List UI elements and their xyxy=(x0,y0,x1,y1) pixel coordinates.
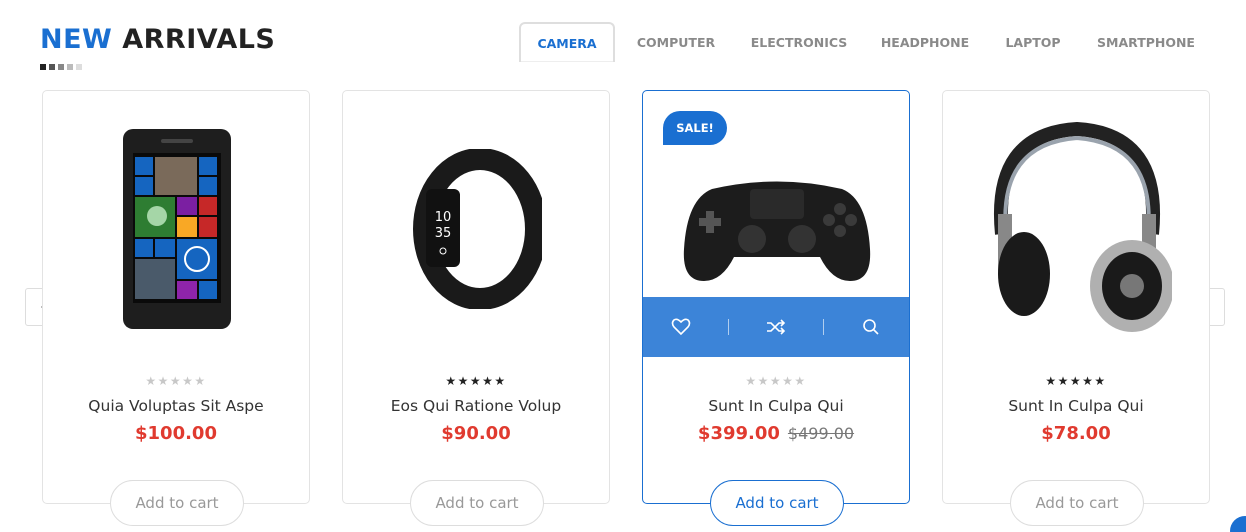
divider xyxy=(822,319,824,335)
wishlist-button[interactable] xyxy=(651,307,711,347)
product-name[interactable]: Sunt In Culpa Qui xyxy=(943,397,1209,415)
product-card[interactable]: ★★★★★ Sunt In Culpa Qui $78.00 Add to ca… xyxy=(942,90,1210,526)
product-name[interactable]: Quia Voluptas Sit Aspe xyxy=(43,397,309,415)
price-row: $90.00 xyxy=(343,423,609,444)
tab-headphone[interactable]: HEADPHONE xyxy=(861,22,989,62)
headphones-image xyxy=(994,121,1172,332)
add-to-cart-button[interactable]: Add to cart xyxy=(410,480,544,526)
rating-stars: ★★★★★ xyxy=(445,374,507,388)
divider xyxy=(728,319,730,335)
product-image-fitness-band[interactable]: 10 35 xyxy=(379,111,575,347)
title-accent: NEW xyxy=(40,24,113,55)
search-icon xyxy=(862,319,879,335)
product-name[interactable]: Sunt In Culpa Qui xyxy=(643,397,909,415)
tab-camera[interactable]: CAMERA xyxy=(519,22,615,62)
svg-text:10: 10 xyxy=(435,210,452,225)
product-image-smartphone[interactable] xyxy=(79,111,275,347)
floating-action-button[interactable] xyxy=(1230,516,1246,532)
heart-icon xyxy=(672,318,691,336)
product-image-headphones[interactable] xyxy=(979,111,1175,347)
smartphone-image xyxy=(123,129,231,329)
product-name[interactable]: Eos Qui Ratione Volup xyxy=(343,397,609,415)
product-price: $399.00 xyxy=(697,423,780,444)
sale-badge: SALE! xyxy=(663,111,727,145)
title-rest: ARRIVALS xyxy=(122,24,276,55)
section-title: NEW ARRIVALS xyxy=(40,24,275,55)
rating-stars: ★★★★★ xyxy=(1045,374,1107,388)
product-price: $100.00 xyxy=(135,423,217,444)
price-row: $100.00 xyxy=(43,423,309,444)
add-to-cart-button[interactable]: Add to cart xyxy=(110,480,244,526)
svg-text:35: 35 xyxy=(435,226,452,241)
rating-stars: ★★★★★ xyxy=(745,374,807,388)
compare-button[interactable] xyxy=(746,307,806,347)
tab-laptop[interactable]: LAPTOP xyxy=(989,22,1077,62)
product-price: $90.00 xyxy=(441,423,511,444)
tab-smartphone[interactable]: SMARTPHONE xyxy=(1077,22,1215,62)
product-card[interactable]: ★★★★★ Quia Voluptas Sit Aspe $100.00 Add… xyxy=(42,90,310,526)
price-row: $399.00 $499.00 xyxy=(643,423,909,444)
product-card[interactable]: 10 35 ★★★★★ Eos Qui Ratione Volup $90.00… xyxy=(342,90,610,526)
product-old-price: $499.00 xyxy=(787,424,855,443)
add-to-cart-button[interactable]: Add to cart xyxy=(710,480,844,526)
game-controller-image xyxy=(683,181,871,281)
tab-electronics[interactable]: ELECTRONICS xyxy=(737,22,861,62)
product-price: $78.00 xyxy=(1041,423,1111,444)
add-to-cart-button[interactable]: Add to cart xyxy=(1010,480,1144,526)
title-underline-dots xyxy=(40,64,82,70)
rating-stars: ★★★★★ xyxy=(145,374,207,388)
product-action-bar xyxy=(643,297,909,357)
tab-computer[interactable]: COMPUTER xyxy=(615,22,737,62)
fitness-band-image: 10 35 xyxy=(413,149,542,309)
category-tabs: CAMERA COMPUTER ELECTRONICS HEADPHONE LA… xyxy=(519,22,1215,62)
product-card[interactable]: SALE! ★★★★★ Sunt In Culpa Qui $399.00 $49… xyxy=(642,90,910,526)
quick-view-button[interactable] xyxy=(841,307,901,347)
shuffle-icon xyxy=(766,319,786,335)
price-row: $78.00 xyxy=(943,423,1209,444)
